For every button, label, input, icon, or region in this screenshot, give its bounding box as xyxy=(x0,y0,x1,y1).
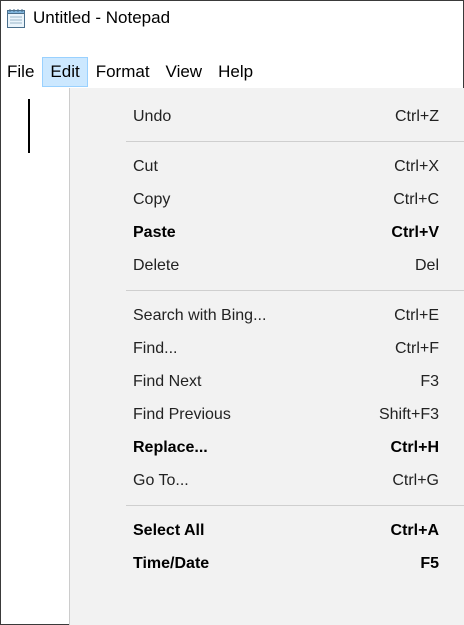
menu-item-shortcut: Ctrl+Z xyxy=(395,107,439,125)
menu-edit[interactable]: Edit xyxy=(42,57,88,87)
menu-format[interactable]: Format xyxy=(88,57,158,87)
menu-item-label: Paste xyxy=(133,223,176,241)
menu-item-label: Find Next xyxy=(133,372,202,390)
title-bar: Untitled - Notepad xyxy=(1,1,463,35)
menu-item-find-next[interactable]: Find Next F3 xyxy=(70,365,464,398)
menu-item-replace[interactable]: Replace... Ctrl+H xyxy=(70,431,464,464)
menu-item-shortcut: Ctrl+E xyxy=(394,306,439,324)
menu-item-paste[interactable]: Paste Ctrl+V xyxy=(70,216,464,249)
menu-file[interactable]: File xyxy=(1,57,42,87)
menu-separator xyxy=(126,141,464,142)
menu-item-label: Delete xyxy=(133,256,180,274)
menu-item-shortcut: Ctrl+V xyxy=(391,223,439,241)
menu-item-shortcut: Ctrl+X xyxy=(394,157,439,175)
menu-item-label: Search with Bing... xyxy=(133,306,267,324)
menu-item-label: Replace... xyxy=(133,438,208,456)
edit-menu-list: Undo Ctrl+Z Cut Ctrl+X Copy Ctrl+C Paste Ctrl+V… xyxy=(70,88,464,580)
menu-item-shortcut: Ctrl+A xyxy=(390,521,439,539)
menu-item-shortcut: Del xyxy=(414,256,439,274)
menu-item-time-date[interactable]: Time/Date F5 xyxy=(70,547,464,580)
menu-separator xyxy=(126,505,464,506)
menu-item-label: Undo xyxy=(133,107,172,125)
menu-item-label: Find Previous xyxy=(133,405,231,423)
menu-bar: File Edit Format View Help xyxy=(1,57,463,87)
menu-item-delete[interactable]: Delete Del xyxy=(70,249,464,282)
menu-item-label: Select All xyxy=(133,521,205,539)
menu-item-find-previous[interactable]: Find Previous Shift+F3 xyxy=(70,398,464,431)
edit-menu-dropdown: Undo Ctrl+Z Cut Ctrl+X Copy Ctrl+C Paste Ctrl+V… xyxy=(69,88,464,625)
menu-item-label: Time/Date xyxy=(133,554,210,572)
menu-item-shortcut: Ctrl+G xyxy=(392,471,439,489)
window-title: Untitled - Notepad xyxy=(33,8,171,27)
menu-item-shortcut: Shift+F3 xyxy=(378,405,439,423)
menu-item-label: Find... xyxy=(133,339,178,357)
menu-item-select-all[interactable]: Select All Ctrl+A xyxy=(70,514,464,547)
notepad-icon xyxy=(6,8,26,29)
menu-item-shortcut: Ctrl+C xyxy=(393,190,439,208)
menu-item-copy[interactable]: Copy Ctrl+C xyxy=(70,183,464,216)
menu-item-cut[interactable]: Cut Ctrl+X xyxy=(70,150,464,183)
menu-item-go-to[interactable]: Go To... Ctrl+G xyxy=(70,464,464,497)
menu-view[interactable]: View xyxy=(158,57,211,87)
menu-item-shortcut: F3 xyxy=(420,372,439,390)
menu-item-label: Go To... xyxy=(133,471,189,489)
menu-separator xyxy=(126,290,464,291)
menu-item-shortcut: F5 xyxy=(420,554,439,572)
menu-item-label: Cut xyxy=(133,157,158,175)
menu-item-search-with-bing[interactable]: Search with Bing... Ctrl+E xyxy=(70,299,464,332)
menu-help[interactable]: Help xyxy=(210,57,261,87)
menu-item-undo[interactable]: Undo Ctrl+Z xyxy=(70,100,464,133)
menu-item-shortcut: Ctrl+F xyxy=(395,339,439,357)
menu-item-shortcut: Ctrl+H xyxy=(390,438,439,456)
menu-item-find[interactable]: Find... Ctrl+F xyxy=(70,332,464,365)
text-caret xyxy=(28,99,30,153)
menu-item-label: Copy xyxy=(133,190,171,208)
